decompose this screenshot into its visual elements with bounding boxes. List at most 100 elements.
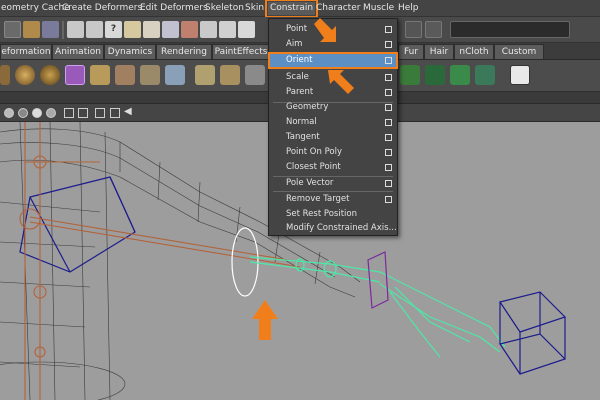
checker-icon[interactable]: [510, 65, 530, 85]
render-icon[interactable]: [405, 21, 422, 38]
tab-hair[interactable]: Hair: [424, 44, 454, 59]
lights-icon[interactable]: [46, 108, 56, 118]
menu-item-label: Orient: [286, 55, 313, 65]
menu-item-label: Normal: [286, 117, 317, 127]
menu-item-label: Parent: [286, 87, 314, 97]
select-edge-icon[interactable]: [162, 21, 179, 38]
menu-skeleton[interactable]: Skeleton: [205, 2, 244, 15]
smooth-shade-icon[interactable]: [4, 108, 14, 118]
select-by-object-icon[interactable]: [86, 21, 103, 38]
tab-animation[interactable]: Animation: [52, 44, 104, 59]
tab-deformation[interactable]: eformation: [0, 44, 52, 59]
menu-item-pole-vector[interactable]: Pole Vector: [269, 176, 397, 191]
option-box-icon[interactable]: [385, 119, 392, 126]
green-joint-icon-3[interactable]: [450, 65, 470, 85]
option-box-icon[interactable]: [385, 41, 392, 48]
menu-character[interactable]: Character: [316, 2, 360, 15]
menu-item-label: Pole Vector: [286, 178, 334, 188]
menu-item-label: Remove Target: [286, 194, 350, 204]
menu-item-label: Aim: [286, 39, 303, 49]
annotation-arrow-constrain: [314, 18, 336, 42]
tab-custom[interactable]: Custom: [494, 44, 544, 59]
select-point-icon[interactable]: [143, 21, 160, 38]
select-rotate-icon[interactable]: [181, 21, 198, 38]
wave-deformer-icon[interactable]: [220, 65, 240, 85]
option-box-icon[interactable]: [385, 180, 392, 187]
bend-deformer-icon[interactable]: [90, 65, 110, 85]
share-icon[interactable]: ◀: [124, 107, 134, 117]
menu-item-orient[interactable]: Orient: [268, 52, 398, 69]
menu-skin[interactable]: Skin: [245, 2, 264, 15]
frame-icon[interactable]: [110, 108, 120, 118]
shelf-icon-partial[interactable]: [0, 65, 10, 85]
menu-edit-deformers[interactable]: Edit Deformers: [140, 2, 208, 15]
option-box-icon[interactable]: [385, 57, 392, 64]
menu-item-point-on-poly[interactable]: Point On Poly: [269, 145, 397, 160]
option-box-icon[interactable]: [385, 104, 392, 111]
tab-fur[interactable]: Fur: [398, 44, 424, 59]
menu-item-label: Closest Point: [286, 162, 341, 172]
menu-item-label: Point: [286, 24, 308, 34]
menu-item-geometry[interactable]: Geometry: [269, 100, 397, 115]
help-question-icon[interactable]: ?: [105, 21, 122, 38]
selected-hand-geometry[interactable]: [249, 256, 506, 358]
snap-grid-icon[interactable]: [219, 21, 236, 38]
option-box-icon[interactable]: [385, 149, 392, 156]
wireframe-shade-icon[interactable]: [18, 108, 28, 118]
menu-item-label: Geometry: [286, 102, 329, 112]
lattice-sphere-icon[interactable]: [40, 65, 60, 85]
tab-rendering[interactable]: Rendering: [156, 44, 212, 59]
squash-deformer-icon[interactable]: [165, 65, 185, 85]
annotation-arrow-orient: [328, 70, 354, 94]
twist-deformer-icon[interactable]: [195, 65, 215, 85]
menu-constrain[interactable]: Constrain: [264, 0, 319, 18]
open-scene-icon[interactable]: [23, 21, 40, 38]
menu-item-remove-target[interactable]: Remove Target: [269, 192, 397, 207]
menu-item-tangent[interactable]: Tangent: [269, 130, 397, 145]
option-box-icon[interactable]: [385, 74, 392, 81]
green-joint-icon-2[interactable]: [425, 65, 445, 85]
menu-item-label: Set Rest Position: [286, 209, 357, 219]
option-box-icon[interactable]: [385, 196, 392, 203]
menu-geometry-cache[interactable]: eometry Cache: [1, 2, 70, 15]
ipr-render-icon[interactable]: [425, 21, 442, 38]
menu-muscle[interactable]: Muscle: [363, 2, 394, 15]
menu-create-deformers[interactable]: Create Deformers: [62, 2, 142, 15]
new-scene-icon[interactable]: [4, 21, 21, 38]
menu-item-closest-point[interactable]: Closest Point: [269, 160, 397, 175]
xray-icon[interactable]: [64, 108, 74, 118]
option-box-icon[interactable]: [385, 89, 392, 96]
quick-select-field[interactable]: [450, 21, 570, 38]
menu-item-normal[interactable]: Normal: [269, 115, 397, 130]
sphere-deformer-icon[interactable]: [15, 65, 35, 85]
menu-item-label: Scale: [286, 72, 309, 82]
option-box-icon[interactable]: [385, 26, 392, 33]
select-misc-icon[interactable]: [200, 21, 217, 38]
textured-icon[interactable]: [32, 108, 42, 118]
menu-help[interactable]: Help: [398, 2, 419, 15]
select-component-icon[interactable]: [124, 21, 141, 38]
main-menu-bar: eometry Cache Create Deformers Edit Defo…: [0, 0, 600, 18]
green-joint-icon-1[interactable]: [400, 65, 420, 85]
cluster-cube-icon[interactable]: [65, 65, 85, 85]
menu-item-label: Tangent: [286, 132, 320, 142]
tab-dynamics[interactable]: Dynamics: [104, 44, 156, 59]
xray-joints-icon[interactable]: [78, 108, 88, 118]
select-by-hierarchy-icon[interactable]: [67, 21, 84, 38]
tab-ncloth[interactable]: nCloth: [454, 44, 494, 59]
snap-curve-icon[interactable]: [238, 21, 255, 38]
option-box-icon[interactable]: [385, 134, 392, 141]
save-scene-icon[interactable]: [42, 21, 59, 38]
green-joint-icon-4[interactable]: [475, 65, 495, 85]
flare-deformer-icon[interactable]: [115, 65, 135, 85]
menu-item-modify-constrained-axis[interactable]: Modify Constrained Axis...: [269, 221, 397, 236]
constrain-menu: Point Aim Orient Scale Parent Geometry N…: [268, 18, 398, 236]
menu-item-set-rest-position[interactable]: Set Rest Position: [269, 207, 397, 222]
tab-painteffects[interactable]: PaintEffects: [212, 44, 270, 59]
option-box-icon[interactable]: [385, 164, 392, 171]
wire-deformer-icon[interactable]: [245, 65, 265, 85]
menu-item-label: Point On Poly: [286, 147, 343, 157]
hand-target-cube[interactable]: [499, 291, 567, 375]
isolate-select-icon[interactable]: [95, 108, 105, 118]
sine-deformer-icon[interactable]: [140, 65, 160, 85]
